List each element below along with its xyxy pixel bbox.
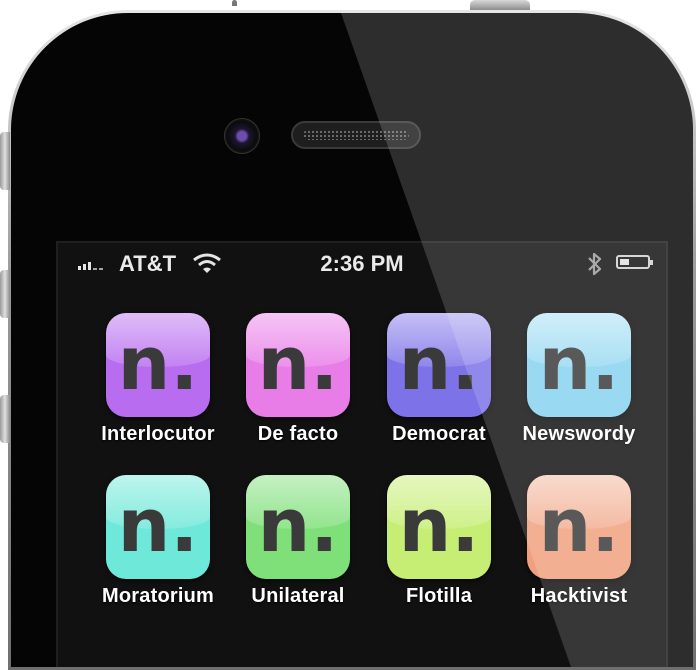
front-camera xyxy=(224,118,260,154)
volume-up-button xyxy=(0,270,10,318)
app-glyph: n. xyxy=(538,321,620,407)
app-label: Newswordy xyxy=(522,423,636,445)
app-label: Interlocutor xyxy=(101,423,215,445)
phone-frame: AT&T 2:36 PM n. Interlocutor n. De facto n. D… xyxy=(8,10,696,670)
app-glyph: n. xyxy=(257,483,339,569)
app-glyph: n. xyxy=(398,483,480,569)
app-label: Unilateral xyxy=(251,585,345,607)
app-icon[interactable]: n. xyxy=(246,313,350,417)
app-icon[interactable]: n. xyxy=(387,475,491,579)
mute-switch xyxy=(0,132,10,190)
sleep-wake-button xyxy=(470,0,530,10)
app-interlocutor[interactable]: n. Interlocutor xyxy=(88,313,228,446)
app-icon[interactable]: n. xyxy=(106,475,210,579)
earpiece-speaker xyxy=(291,121,421,149)
status-bar: AT&T 2:36 PM xyxy=(58,243,666,277)
app-democrat[interactable]: n. Democrat xyxy=(369,313,509,446)
app-icon[interactable]: n. xyxy=(246,475,350,579)
bluetooth-icon xyxy=(588,252,602,276)
app-label: De facto xyxy=(257,423,339,445)
app-icon[interactable]: n. xyxy=(527,313,631,417)
app-newswordy[interactable]: n. Newswordy xyxy=(509,313,649,446)
volume-down-button xyxy=(0,395,10,443)
app-label: Moratorium xyxy=(102,585,214,607)
app-icon[interactable]: n. xyxy=(106,313,210,417)
battery-level-fill xyxy=(620,259,630,265)
app-unilateral[interactable]: n. Unilateral xyxy=(228,475,368,608)
app-de-facto[interactable]: n. De facto xyxy=(228,313,368,446)
phone-bezel: AT&T 2:36 PM n. Interlocutor n. De facto n. D… xyxy=(11,13,693,667)
app-flotilla[interactable]: n. Flotilla xyxy=(369,475,509,608)
battery-icon xyxy=(616,255,653,269)
app-hacktivist[interactable]: n. Hacktivist xyxy=(509,475,649,608)
top-edge-mark xyxy=(232,0,237,6)
app-glyph: n. xyxy=(257,321,339,407)
app-label: Hacktivist xyxy=(530,585,628,607)
app-glyph: n. xyxy=(117,483,199,569)
app-icon[interactable]: n. xyxy=(387,313,491,417)
app-glyph: n. xyxy=(117,321,199,407)
app-glyph: n. xyxy=(398,321,480,407)
app-moratorium[interactable]: n. Moratorium xyxy=(88,475,228,608)
home-screen: AT&T 2:36 PM n. Interlocutor n. De facto n. D… xyxy=(56,241,668,667)
app-icon[interactable]: n. xyxy=(527,475,631,579)
app-label: Democrat xyxy=(392,423,486,445)
app-glyph: n. xyxy=(538,483,620,569)
app-label: Flotilla xyxy=(405,585,473,607)
status-time: 2:36 PM xyxy=(320,251,404,276)
